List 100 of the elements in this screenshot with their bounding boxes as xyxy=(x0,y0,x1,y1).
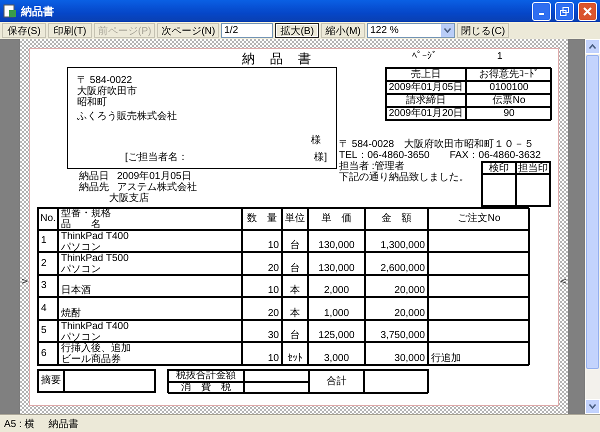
scrollbar[interactable] xyxy=(585,39,600,414)
column-header: No. xyxy=(38,208,58,230)
restore-icon xyxy=(560,6,569,16)
sender-line: 担当者 :管理者 xyxy=(339,160,405,172)
table-cell: 5 xyxy=(38,320,58,342)
honorific: 様 xyxy=(311,134,321,146)
sender-line: TEL：06-4860-3650 FAX：06-4860-3632 xyxy=(339,150,541,160)
table-cell: 2,000 xyxy=(308,274,365,297)
honorific: 様] xyxy=(314,152,327,162)
table-cell: 3 xyxy=(38,274,58,297)
dropdown-icon xyxy=(444,28,452,33)
sender-line: 〒 584-0028 大阪府吹田市昭和町１０－５ xyxy=(339,138,534,150)
table-cell: 1 xyxy=(38,230,58,252)
table-cell: 2,600,000 xyxy=(365,252,428,274)
toolbar-button[interactable]: 保存(S) xyxy=(2,23,46,38)
delivery-value: 大阪支店 xyxy=(109,192,150,204)
table-cell: 台 xyxy=(282,320,308,342)
table-cell: 3,000 xyxy=(308,342,365,364)
page-label: ﾍﾟｰｼﾞ xyxy=(412,50,437,62)
info-cell: 売上日 xyxy=(386,68,466,80)
info-cell: 2009年01月20日 xyxy=(386,106,466,120)
restore-button[interactable] xyxy=(555,2,574,20)
table-cell: ThinkPad T500 パソコン xyxy=(58,252,242,274)
info-cell: お得意先ｺｰﾄﾞ xyxy=(466,68,552,80)
table-cell: 6 xyxy=(38,342,58,364)
table-cell: 台 xyxy=(282,252,308,274)
page-number: 1 xyxy=(497,50,503,62)
margin-marker: > xyxy=(21,276,29,286)
info-cell: 2009年01月05日 xyxy=(386,80,466,94)
scroll-up-button[interactable] xyxy=(585,39,600,54)
scroll-down-button[interactable] xyxy=(585,399,600,414)
info-cell: 90 xyxy=(466,106,552,120)
column-header: 単位 xyxy=(282,208,308,230)
toolbar-button[interactable]: 次ページ(N) xyxy=(157,23,220,38)
stamp-header: 検印 xyxy=(482,162,516,174)
table-cell: 20,000 xyxy=(365,297,428,320)
close-button[interactable] xyxy=(578,2,597,20)
scroll-up-icon xyxy=(589,44,596,49)
document-icon xyxy=(3,4,17,18)
table-cell: 125,000 xyxy=(308,320,365,342)
address-line: 〒 584-0022 xyxy=(77,74,132,86)
table-cell: 10 xyxy=(242,274,282,297)
sender-line: 下記の通り納品致しました。 xyxy=(339,172,469,182)
document-title: 納 品 書 xyxy=(242,50,312,66)
status-text: A5 : 横 xyxy=(4,418,35,430)
table-cell: 20 xyxy=(242,297,282,320)
delivery-value: 2009年01月05日 xyxy=(117,170,192,182)
table-cell: 130,000 xyxy=(308,230,365,252)
summary-label: 摘要 xyxy=(38,370,64,392)
table-cell: 20 xyxy=(242,252,282,274)
table-cell: 1,300,000 xyxy=(365,230,428,252)
info-cell: 請求締日 xyxy=(386,94,466,106)
table-cell: 3,750,000 xyxy=(365,320,428,342)
table-cell: 焼酎 xyxy=(58,297,242,320)
table-cell: 10 xyxy=(242,342,282,364)
window-title: 納品書 xyxy=(21,4,55,18)
stamp-header: 担当印 xyxy=(516,162,550,174)
toolbar-button[interactable]: 縮小(M) xyxy=(321,23,366,38)
table-cell: 1,000 xyxy=(308,297,365,320)
column-header: 単 価 xyxy=(308,208,365,230)
close-icon xyxy=(583,6,592,16)
delivery-label: 納品日 xyxy=(79,170,110,182)
table-cell: 130,000 xyxy=(308,252,365,274)
column-header: ご注文No xyxy=(428,208,530,230)
toolbar-button[interactable]: 閉じる(C) xyxy=(457,23,510,38)
total-label: 合計 xyxy=(309,370,364,394)
table-cell: 台 xyxy=(282,230,308,252)
address-line: ふくろう販売株式会社 xyxy=(77,110,177,122)
table-cell: ThinkPad T400 パソコン xyxy=(58,320,242,342)
table-cell: 30,000 xyxy=(365,342,428,364)
contact-label: [ご担当者名： xyxy=(125,152,188,162)
table-cell: 本 xyxy=(282,297,308,320)
info-cell: 伝票No xyxy=(466,94,552,106)
toolbar-button[interactable]: 印刷(T) xyxy=(48,23,92,38)
table-cell: ｾｯﾄ xyxy=(282,342,308,364)
table-cell: 30 xyxy=(242,320,282,342)
scroll-down-icon xyxy=(589,404,596,409)
table-cell: 行追加 xyxy=(428,342,530,364)
address-line: 昭和町 xyxy=(77,96,107,108)
minimize-button[interactable] xyxy=(532,2,551,20)
toolbar-button[interactable]: 拡大(B) xyxy=(275,23,320,38)
delivery-label: 納品先 xyxy=(79,182,110,192)
table-cell: 10 xyxy=(242,230,282,252)
delivery-value: アステム株式会社 xyxy=(117,182,198,192)
table-cell: ThinkPad T400 パソコン xyxy=(58,230,242,252)
zoom-select[interactable]: 122 % xyxy=(367,23,456,38)
table-cell: 日本酒 xyxy=(58,274,242,297)
scroll-thumb[interactable] xyxy=(586,55,599,369)
table-cell: 20,000 xyxy=(365,274,428,297)
column-header: 数 量 xyxy=(242,208,282,230)
margin-marker: < xyxy=(559,276,567,286)
status-text: 納品書 xyxy=(48,418,79,430)
column-header: 金 額 xyxy=(365,208,428,230)
table-cell: 本 xyxy=(282,274,308,297)
address-line: 大阪府吹田市 xyxy=(77,86,137,96)
table-cell: 2 xyxy=(38,252,58,274)
page-field[interactable]: 1/2 xyxy=(221,23,274,38)
info-cell: 0100100 xyxy=(466,80,552,94)
table-cell: 4 xyxy=(38,297,58,320)
table-cell: 行挿入後、追加 ビール商品券 xyxy=(58,342,242,364)
